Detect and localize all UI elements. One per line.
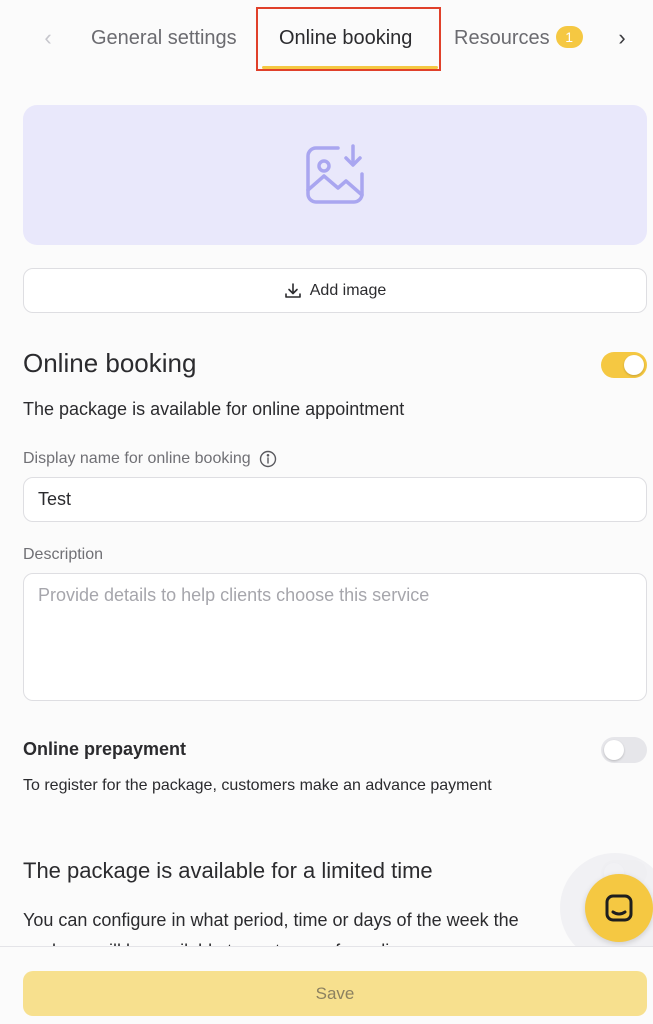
tab-resources-label: Resources	[454, 27, 550, 49]
prepayment-toggle[interactable]	[601, 737, 647, 763]
resources-count-badge: 1	[555, 26, 583, 48]
description-label: Description	[23, 546, 104, 563]
info-icon[interactable]	[259, 450, 277, 468]
online-booking-toggle[interactable]	[601, 352, 647, 378]
online-booking-subtitle: The package is available for online appo…	[23, 399, 405, 419]
display-name-label-row: Display name for online booking	[23, 450, 277, 468]
tab-bar: ‹ General settings Online booking Resour…	[0, 0, 653, 76]
tab-highlight-box	[256, 7, 441, 71]
description-textarea[interactable]	[23, 573, 647, 701]
tab-general-settings[interactable]: General settings	[91, 24, 237, 52]
limited-time-description: You can configure in what period, time o…	[23, 910, 519, 947]
add-image-label: Add image	[309, 281, 387, 299]
display-name-label: Display name for online booking	[23, 450, 251, 467]
prepayment-title: Online prepayment	[23, 739, 187, 759]
display-name-input[interactable]	[23, 477, 647, 522]
save-button[interactable]: Save	[23, 971, 647, 1016]
chat-button[interactable]	[585, 874, 653, 942]
image-download-icon	[306, 144, 364, 204]
toggle-knob	[624, 355, 644, 375]
chat-icon	[605, 894, 633, 922]
toggle-knob	[604, 740, 624, 760]
download-icon	[284, 282, 301, 298]
image-upload-area[interactable]	[23, 105, 647, 245]
limited-time-title: The package is available for a limited t…	[23, 858, 433, 883]
add-image-button[interactable]: Add image	[23, 268, 647, 313]
tab-resources[interactable]: Resources 1	[454, 24, 583, 52]
chevron-right-icon[interactable]: ›	[610, 24, 634, 52]
chevron-left-icon[interactable]: ‹	[36, 24, 60, 52]
online-booking-title: Online booking	[23, 348, 197, 378]
prepayment-description: To register for the package, customers m…	[23, 777, 492, 794]
